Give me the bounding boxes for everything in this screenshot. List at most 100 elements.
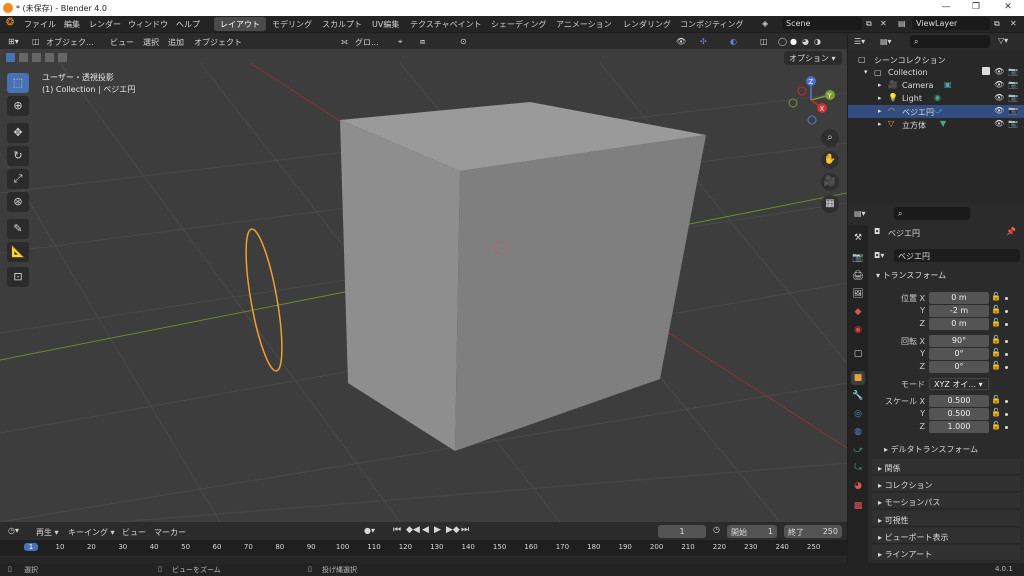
lock-icon[interactable]: 🔓 (991, 421, 1001, 430)
select-intersect-icon[interactable] (58, 53, 67, 62)
transform-panel-header[interactable]: ▾ トランスフォーム (872, 267, 1020, 281)
lock-icon[interactable]: 🔓 (991, 361, 1001, 370)
visibility-eye-icon[interactable]: 👁 (994, 80, 1004, 89)
pivot-icon[interactable]: ⌖ (398, 37, 403, 47)
delete-scene-icon[interactable]: ✕ (880, 19, 887, 28)
panel-viewport-display[interactable]: ▸ ビューポート表示 (872, 528, 1020, 544)
tab-layout[interactable]: レイアウト (214, 17, 266, 31)
cube-left-face[interactable] (340, 120, 460, 451)
keyframe-dot[interactable] (1005, 366, 1008, 369)
frame-ruler[interactable]: 1 10 20 30 40 50 60 70 80 90 100 110 120 130 140 150 160… (0, 540, 847, 556)
physics-tab-icon[interactable]: ◍ (851, 425, 865, 439)
view-layer-tab-icon[interactable]: 🖼 (851, 287, 865, 301)
render-camera-icon[interactable]: 📷 (1008, 93, 1018, 102)
start-frame-field[interactable]: 開始 1 (727, 525, 777, 538)
menu-object[interactable]: オブジェクト (194, 37, 242, 48)
constraints-tab-icon[interactable]: ⤻ (851, 443, 865, 457)
lock-icon[interactable]: 🔓 (991, 348, 1001, 357)
play-icon[interactable]: ▶ (434, 525, 441, 535)
lock-icon[interactable]: 🔓 (991, 292, 1001, 301)
panel-collections[interactable]: ▸ コレクション (872, 476, 1020, 492)
blender-menu-icon[interactable]: ❂ (6, 17, 14, 28)
keyframe-dot[interactable] (1005, 340, 1008, 343)
tool-scale[interactable]: ⤢ (7, 169, 29, 189)
playback-menu[interactable]: 再生 ▾ (36, 527, 59, 538)
particles-tab-icon[interactable]: ◎ (851, 407, 865, 421)
tab-uv[interactable]: UV編集 (366, 17, 405, 31)
object-tab-icon[interactable]: ■ (851, 371, 865, 385)
outliner-editor-icon[interactable]: ☰▾ (854, 37, 865, 46)
modifier-tab-icon[interactable]: 🔧 (851, 389, 865, 403)
select-extend-icon[interactable] (19, 53, 28, 62)
scale-x-field[interactable]: 0.500 (929, 395, 989, 407)
next-keyframe-icon[interactable]: ▶◆ (446, 525, 460, 535)
menu-render[interactable]: レンダー (89, 19, 121, 30)
new-scene-icon[interactable]: ⧉ (866, 19, 872, 29)
keyframe-dot[interactable] (1005, 310, 1008, 313)
proportional-edit-icon[interactable]: ⊙ (460, 37, 467, 46)
display-mode-icon[interactable]: ▤▾ (880, 37, 892, 46)
texture-tab-icon[interactable]: ▩ (851, 499, 865, 513)
pan-view-icon[interactable]: ✋ (821, 151, 839, 169)
outliner-item-bezier[interactable]: ▸ ◠ ベジエ円 ⤻ 👁 📷 (848, 105, 1024, 118)
outliner-search[interactable]: ⌕ (910, 35, 990, 48)
jump-start-icon[interactable]: ⏮ (393, 525, 401, 535)
end-frame-field[interactable]: 終了 250 (784, 525, 842, 538)
object-name-field[interactable]: ベジエ円 (894, 249, 1020, 262)
visibility-eye-icon[interactable]: 👁 (994, 67, 1004, 76)
menu-add[interactable]: 追加 (168, 37, 184, 48)
timeline-view-menu[interactable]: ビュー (122, 527, 146, 538)
keyframe-dot[interactable] (1005, 400, 1008, 403)
tab-texture-paint[interactable]: テクスチャペイント (404, 17, 488, 31)
outliner-item-cube[interactable]: ▸ ▽ 立方体 ▼ 👁 📷 (848, 118, 1024, 131)
mode-dropdown[interactable]: オブジェク... (46, 37, 94, 48)
select-subtract-icon[interactable] (32, 53, 41, 62)
rotation-y-field[interactable]: 0° (929, 348, 989, 360)
play-reverse-icon[interactable]: ◀ (422, 525, 429, 535)
camera-view-icon[interactable]: 🎥 (821, 173, 839, 191)
new-layer-icon[interactable]: ⧉ (994, 19, 1000, 29)
rotation-x-field[interactable]: 90° (929, 335, 989, 347)
visibility-icon[interactable]: 👁 (676, 37, 686, 46)
shading-solid-icon[interactable]: ● (790, 37, 797, 46)
collection-checkbox[interactable] (982, 67, 990, 75)
lock-icon[interactable]: 🔓 (991, 395, 1001, 404)
rotation-z-field[interactable]: 0° (929, 361, 989, 373)
panel-motion-paths[interactable]: ▸ モーションパス (872, 493, 1020, 509)
tab-modeling[interactable]: モデリング (266, 17, 318, 31)
expand-icon[interactable]: ▾ (864, 68, 868, 76)
scale-y-field[interactable]: 0.500 (929, 408, 989, 420)
minimize-icon[interactable]: — (936, 2, 956, 12)
tab-shading[interactable]: シェーディング (485, 17, 552, 31)
xray-icon[interactable]: ◫ (760, 37, 768, 46)
keyframe-dot[interactable] (1005, 353, 1008, 356)
close-icon[interactable]: ✕ (998, 2, 1018, 12)
menu-view[interactable]: ビュー (110, 37, 134, 48)
properties-search[interactable]: ⌕ (894, 207, 970, 220)
expand-icon[interactable]: ▸ (878, 120, 882, 128)
tool-annotate[interactable]: ✎ (7, 219, 29, 239)
expand-icon[interactable]: ▸ (878, 81, 882, 89)
maximize-icon[interactable]: ❐ (966, 2, 986, 12)
ortho-toggle-icon[interactable]: ▦ (821, 195, 839, 213)
visibility-eye-icon[interactable]: 👁 (994, 93, 1004, 102)
current-frame-marker[interactable]: 1 (24, 543, 38, 551)
gizmo-icon[interactable]: ✣ (700, 37, 707, 46)
scale-z-field[interactable]: 1.000 (929, 421, 989, 433)
menu-window[interactable]: ウィンドウ (128, 19, 168, 30)
3d-viewport[interactable]: ⊞▾ ◫ オブジェク... ビュー 選択 追加 オブジェクト ⟗ グロ... ⌖… (0, 33, 847, 522)
lock-icon[interactable]: 🔓 (991, 318, 1001, 327)
scene-tab-icon[interactable]: ◆ (851, 305, 865, 319)
cube-right-face[interactable] (455, 135, 706, 451)
delete-layer-icon[interactable]: ✕ (1010, 19, 1017, 28)
object-type-icon[interactable]: ◘▾ (874, 251, 884, 260)
tool-transform[interactable]: ⊛ (7, 192, 29, 212)
editor-type-icon[interactable]: ⊞▾ (8, 37, 19, 46)
expand-icon[interactable]: ▸ (878, 107, 882, 115)
snap-icon[interactable]: ⧈ (420, 37, 425, 47)
bezier-circle[interactable] (239, 227, 290, 373)
panel-visibility[interactable]: ▸ 可視性 (872, 511, 1020, 527)
pin-icon[interactable]: 📌 (1006, 227, 1016, 236)
lock-icon[interactable]: 🔓 (991, 305, 1001, 314)
location-y-field[interactable]: -2 m (929, 305, 989, 317)
